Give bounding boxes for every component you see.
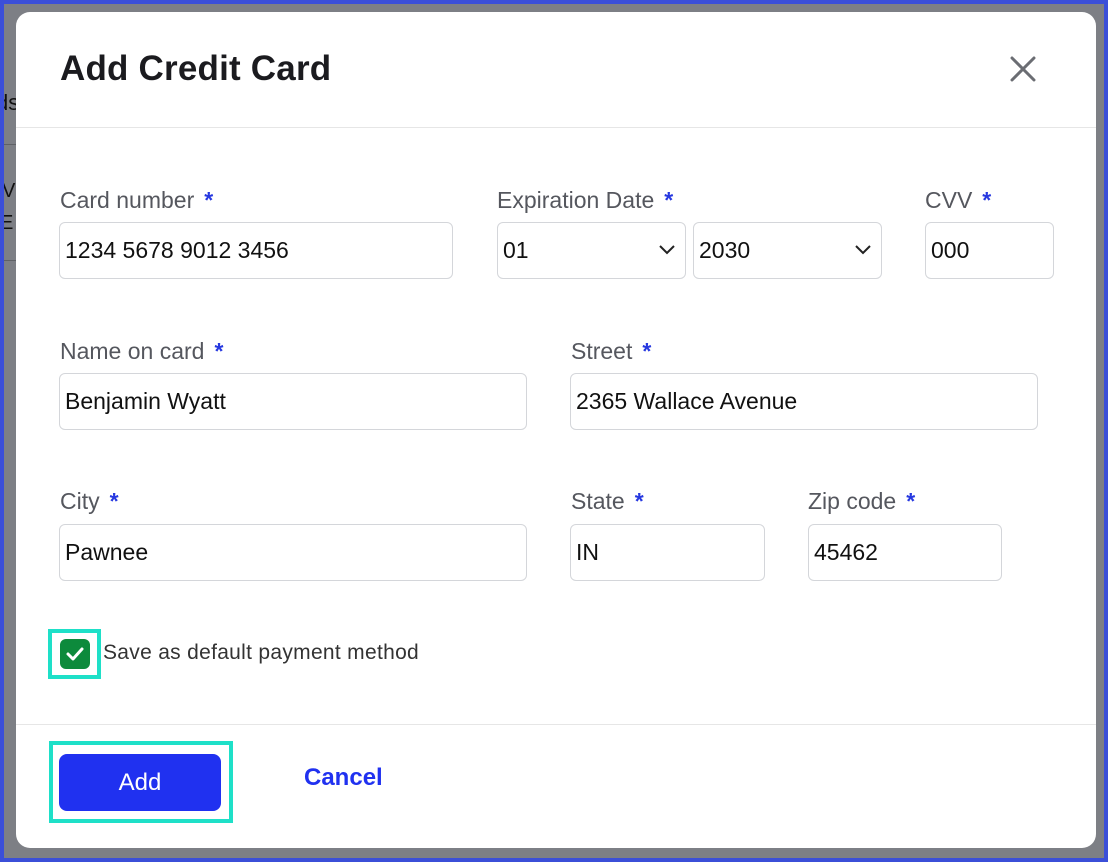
add-credit-card-dialog: Add Credit Card Card number * Expiration … bbox=[16, 12, 1096, 848]
required-marker: * bbox=[906, 488, 916, 514]
city-label-text: City bbox=[60, 488, 100, 514]
card-number-label-text: Card number bbox=[60, 187, 195, 213]
expiration-date-label-text: Expiration Date bbox=[497, 187, 655, 213]
zip-code-input[interactable] bbox=[808, 524, 1002, 581]
default-payment-checkbox-highlight bbox=[48, 629, 101, 679]
cvv-label: CVV * bbox=[925, 187, 991, 214]
required-marker: * bbox=[109, 488, 119, 514]
close-icon bbox=[1010, 56, 1036, 82]
expiration-date-label: Expiration Date * bbox=[497, 187, 673, 214]
default-payment-checkbox[interactable] bbox=[59, 639, 90, 669]
state-label: State * bbox=[571, 488, 644, 515]
required-marker: * bbox=[664, 187, 674, 213]
name-on-card-label: Name on card * bbox=[60, 338, 223, 365]
chevron-down-icon bbox=[855, 245, 871, 255]
cvv-input[interactable] bbox=[925, 222, 1054, 279]
checkmark-icon bbox=[66, 647, 83, 661]
zip-code-label-text: Zip code bbox=[808, 488, 897, 514]
required-marker: * bbox=[982, 187, 992, 213]
required-marker: * bbox=[642, 338, 652, 364]
dialog-header: Add Credit Card bbox=[16, 12, 1096, 128]
city-input[interactable] bbox=[59, 524, 527, 581]
required-marker: * bbox=[204, 187, 214, 213]
background-text-fragment: V bbox=[4, 180, 16, 202]
expiration-month-select[interactable]: 01 bbox=[497, 222, 686, 279]
add-button[interactable]: Add bbox=[59, 754, 221, 811]
state-label-text: State bbox=[571, 488, 625, 514]
zip-code-label: Zip code * bbox=[808, 488, 915, 515]
cvv-label-text: CVV bbox=[925, 187, 973, 213]
cancel-button[interactable]: Cancel bbox=[304, 764, 383, 792]
dialog-title: Add Credit Card bbox=[60, 49, 332, 88]
name-on-card-input[interactable] bbox=[59, 373, 527, 430]
expiration-month-value: 01 bbox=[503, 237, 529, 263]
background-text-fragment: E bbox=[4, 212, 14, 234]
expiration-year-select[interactable]: 2030 bbox=[693, 222, 882, 279]
expiration-year-value: 2030 bbox=[699, 237, 751, 263]
card-number-input[interactable] bbox=[59, 222, 453, 279]
chevron-down-icon bbox=[659, 245, 675, 255]
required-marker: * bbox=[634, 488, 644, 514]
street-label: Street * bbox=[571, 338, 651, 365]
street-label-text: Street bbox=[571, 338, 633, 364]
city-label: City * bbox=[60, 488, 119, 515]
close-button[interactable] bbox=[1006, 52, 1040, 86]
required-marker: * bbox=[214, 338, 224, 364]
name-on-card-label-text: Name on card bbox=[60, 338, 205, 364]
default-payment-label: Save as default payment method bbox=[103, 641, 420, 664]
street-input[interactable] bbox=[570, 373, 1038, 430]
state-input[interactable] bbox=[570, 524, 765, 581]
card-number-label: Card number * bbox=[60, 187, 213, 214]
